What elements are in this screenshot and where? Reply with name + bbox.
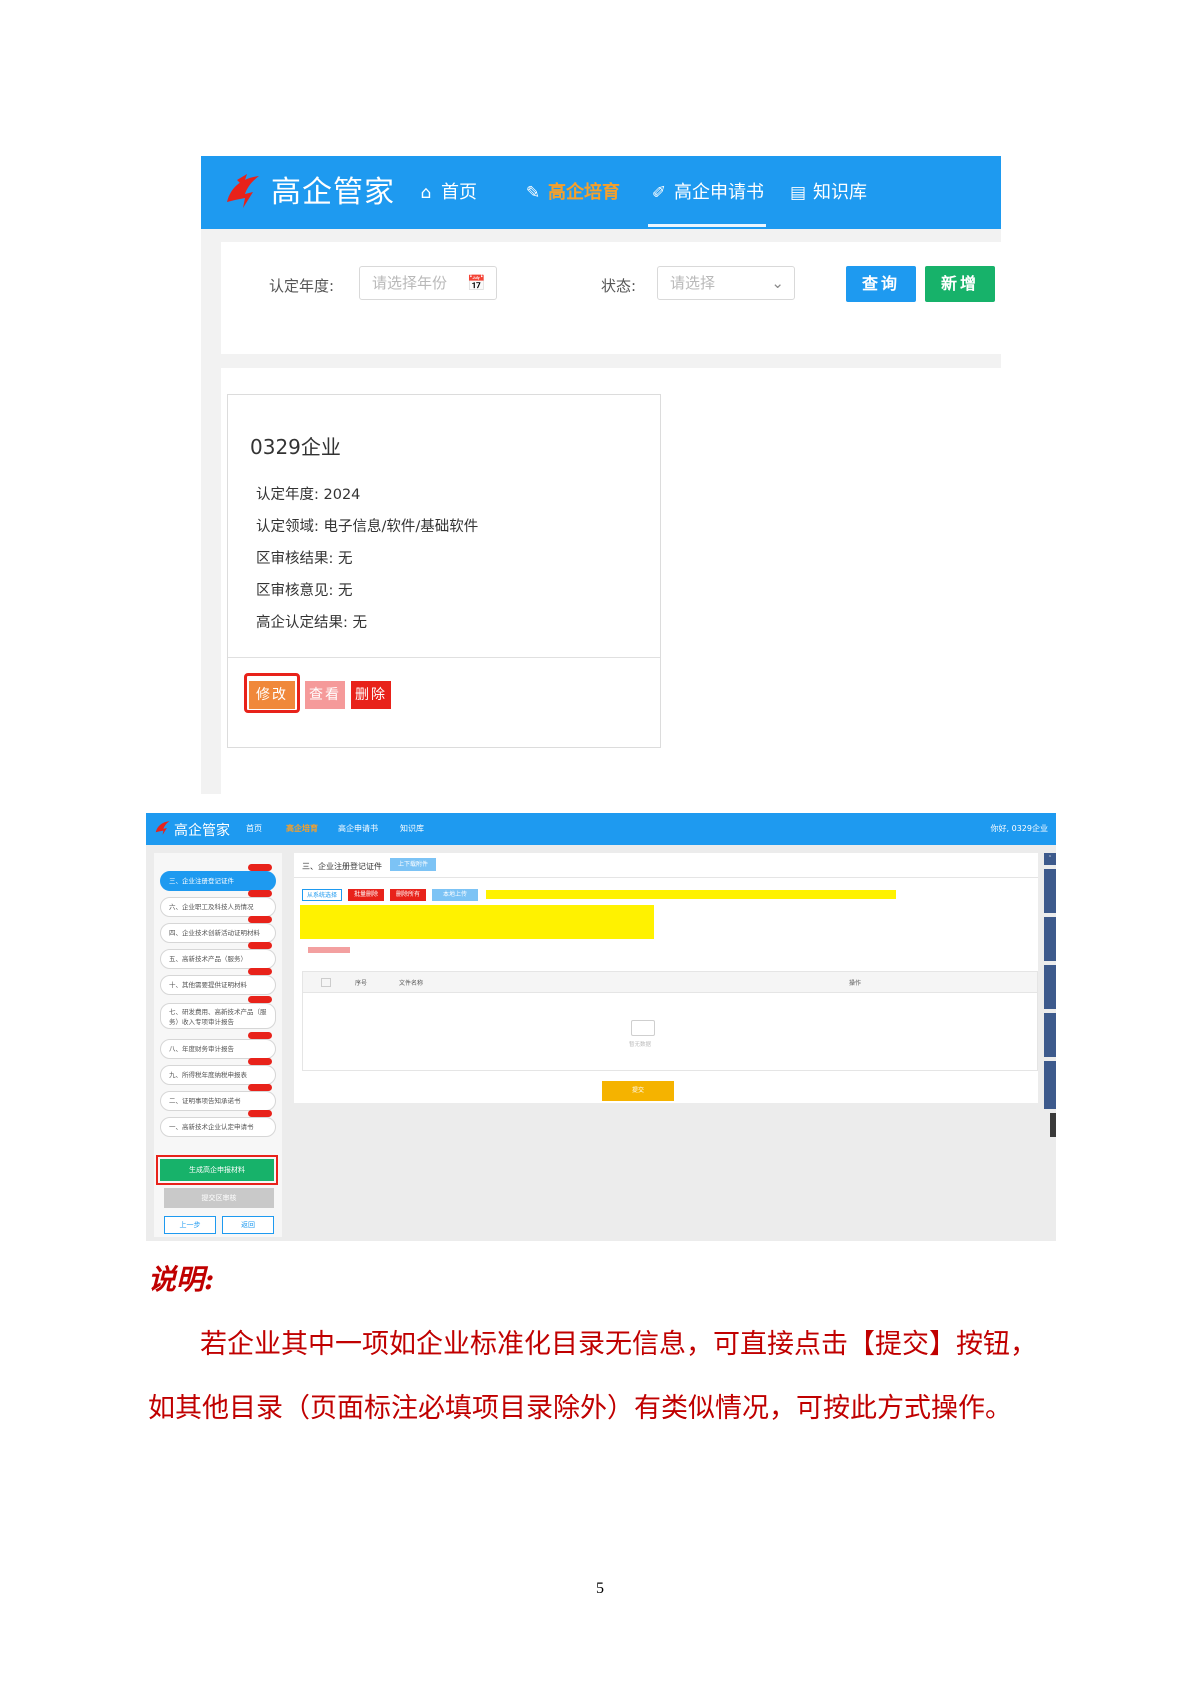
pen-icon: ✎ xyxy=(525,183,541,203)
brand-name: 高企管家 xyxy=(174,823,230,839)
year-label: 认定年度: xyxy=(269,277,335,295)
nav-home[interactable]: ⌂ 首页 xyxy=(417,178,477,208)
nav-cultivate[interactable]: ✎ 高企培育 xyxy=(524,178,620,208)
nav-application[interactable]: 高企申请书 xyxy=(338,823,378,834)
section-title: 三、企业注册登记证件 xyxy=(302,862,382,871)
sidebar-item[interactable]: 六、企业职工及科技人员情况 xyxy=(160,897,276,917)
field-final-result: 高企认定结果: 无 xyxy=(256,615,367,631)
completion-badge xyxy=(248,1084,272,1091)
calendar-icon: 📅 xyxy=(467,274,486,292)
col-index: 序号 xyxy=(355,980,368,987)
sidebar-item[interactable]: 三、企业注册登记证件 xyxy=(160,871,276,891)
home-icon: ⌂ xyxy=(420,183,432,203)
sidebar-item[interactable]: 八、年度财务审计报告 xyxy=(160,1039,276,1059)
collapse-tab[interactable]: ⌃ xyxy=(1044,853,1056,865)
sidebar-item[interactable]: 十、其他需要提供证明材料 xyxy=(160,975,276,995)
required-note xyxy=(308,947,350,953)
divider xyxy=(294,877,1038,878)
highlight-box xyxy=(156,1155,278,1185)
book-icon: ▤ xyxy=(789,183,807,203)
note-line-1: 若企业其中一项如企业标准化目录无信息，可直接点击【提交】按钮， xyxy=(200,1329,1037,1360)
select-all-checkbox[interactable] xyxy=(321,978,331,987)
delete-all-button[interactable]: 删除所有 xyxy=(390,889,426,901)
completion-badge xyxy=(248,996,272,1003)
col-filename: 文件名称 xyxy=(399,980,424,987)
completion-badge xyxy=(248,942,272,949)
back-button[interactable]: 返回 xyxy=(222,1216,274,1234)
nav-home[interactable]: 首页 xyxy=(246,823,262,834)
completion-badge xyxy=(248,968,272,975)
sidebar-item[interactable]: 九、所得税年度纳税申报表 xyxy=(160,1065,276,1085)
chevron-down-icon: ⌄ xyxy=(771,274,784,292)
side-tab-3[interactable] xyxy=(1044,965,1056,1009)
completion-badge xyxy=(248,1058,272,1065)
scroll-handle[interactable] xyxy=(1050,1113,1056,1137)
edit-icon: ✐ xyxy=(651,183,667,203)
nav-knowledge[interactable]: ▤ 知识库 xyxy=(789,178,867,208)
empty-box-icon xyxy=(631,1020,655,1036)
sidebar-item[interactable]: 二、证明事项告知承诺书 xyxy=(160,1091,276,1111)
query-button[interactable]: 查询 xyxy=(846,266,916,302)
user-menu[interactable]: 你好, 0329企业 xyxy=(991,823,1048,834)
year-picker[interactable]: 请选择年份 📅 xyxy=(359,266,497,300)
completion-badge xyxy=(248,1110,272,1117)
main-panel: 三、企业注册登记证件 上下载附件 从系统选择 批量删除 删除所有 本地上传 序号… xyxy=(294,853,1038,1103)
field-district-opinion: 区审核意见: 无 xyxy=(256,583,353,599)
submit-button[interactable]: 提交 xyxy=(602,1081,674,1101)
sidebar-item[interactable]: 四、企业技术创新活动证明材料 xyxy=(160,923,276,943)
submit-review-button[interactable]: 提交区审核 xyxy=(164,1188,274,1208)
side-tab-4[interactable] xyxy=(1044,1013,1056,1057)
active-tab-underline xyxy=(648,224,766,227)
brand-logo-icon xyxy=(227,174,259,208)
sidebar-item[interactable]: 五、高新技术产品（服务） xyxy=(160,949,276,969)
side-tab-1[interactable] xyxy=(1044,869,1056,913)
sidebar-item[interactable]: 七、研发费用、高新技术产品（服务）收入专项审计报告 xyxy=(160,1003,276,1029)
side-tab-5[interactable] xyxy=(1044,1061,1056,1109)
nav-cultivate[interactable]: 高企培育 xyxy=(286,823,318,834)
screenshot-2: 高企管家 首页 高企培育 高企申请书 知识库 你好, 0329企业 三、企业注册… xyxy=(146,813,1056,1241)
highlight-box xyxy=(244,673,300,713)
company-card: 0329企业 认定年度: 2024 认定领域: 电子信息/软件/基础软件 区审核… xyxy=(227,394,661,748)
note-heading: 说明: xyxy=(148,1263,215,1296)
delete-button[interactable]: 删除 xyxy=(351,681,391,709)
download-attachment-button[interactable]: 上下载附件 xyxy=(390,858,436,871)
page-number: 5 xyxy=(596,1580,604,1597)
screenshot-1: 高企管家 ⌂ 首页 ✎ 高企培育 ✐ 高企申请书 ▤ 知识库 认定年度: 请选择年份 📅… xyxy=(201,156,1001,794)
card-divider xyxy=(228,657,660,658)
completion-badge xyxy=(248,890,272,897)
filter-panel: 认定年度: 请选择年份 📅 状态: 请选择 ⌄ 查询 新增 xyxy=(221,242,1001,354)
nav-knowledge[interactable]: 知识库 xyxy=(400,823,424,834)
file-table: 序号 文件名称 操作 暂无数据 xyxy=(302,971,1038,1071)
batch-delete-button[interactable]: 批量删除 xyxy=(348,889,384,901)
add-button[interactable]: 新增 xyxy=(925,266,995,302)
table-header: 序号 文件名称 操作 xyxy=(303,972,1037,993)
completion-badge xyxy=(248,1032,272,1039)
completion-badge xyxy=(248,916,272,923)
status-select[interactable]: 请选择 ⌄ xyxy=(657,266,795,300)
completion-badge xyxy=(248,864,272,871)
top-navbar: 高企管家 ⌂ 首页 ✎ 高企培育 ✐ 高企申请书 ▤ 知识库 xyxy=(201,156,1001,229)
brand-logo-icon xyxy=(155,821,170,835)
view-button[interactable]: 查看 xyxy=(305,681,345,709)
select-from-system-button[interactable]: 从系统选择 xyxy=(302,889,342,901)
sidebar-item[interactable]: 一、高新技术企业认定申请书 xyxy=(160,1117,276,1137)
nav-application[interactable]: ✐ 高企申请书 xyxy=(650,178,764,208)
side-tab-2[interactable] xyxy=(1044,917,1056,961)
field-domain: 认定领域: 电子信息/软件/基础软件 xyxy=(256,519,479,535)
brand-name: 高企管家 xyxy=(271,175,395,210)
col-action: 操作 xyxy=(849,980,862,987)
company-name: 0329企业 xyxy=(250,435,341,459)
note-line-2: 如其他目录（页面标注必填项目录除外）有类似情况，可按此方式操作。 xyxy=(148,1393,1012,1424)
field-district-result: 区审核结果: 无 xyxy=(256,551,353,567)
prev-step-button[interactable]: 上一步 xyxy=(164,1216,216,1234)
data-source-notice xyxy=(486,890,896,899)
empty-text: 暂无数据 xyxy=(629,1042,652,1048)
status-label: 状态: xyxy=(601,277,637,295)
field-year: 认定年度: 2024 xyxy=(256,487,361,503)
local-upload-button[interactable]: 本地上传 xyxy=(432,889,478,901)
top-navbar: 高企管家 首页 高企培育 高企申请书 知识库 你好, 0329企业 xyxy=(146,813,1056,845)
instructions-note xyxy=(300,905,654,939)
